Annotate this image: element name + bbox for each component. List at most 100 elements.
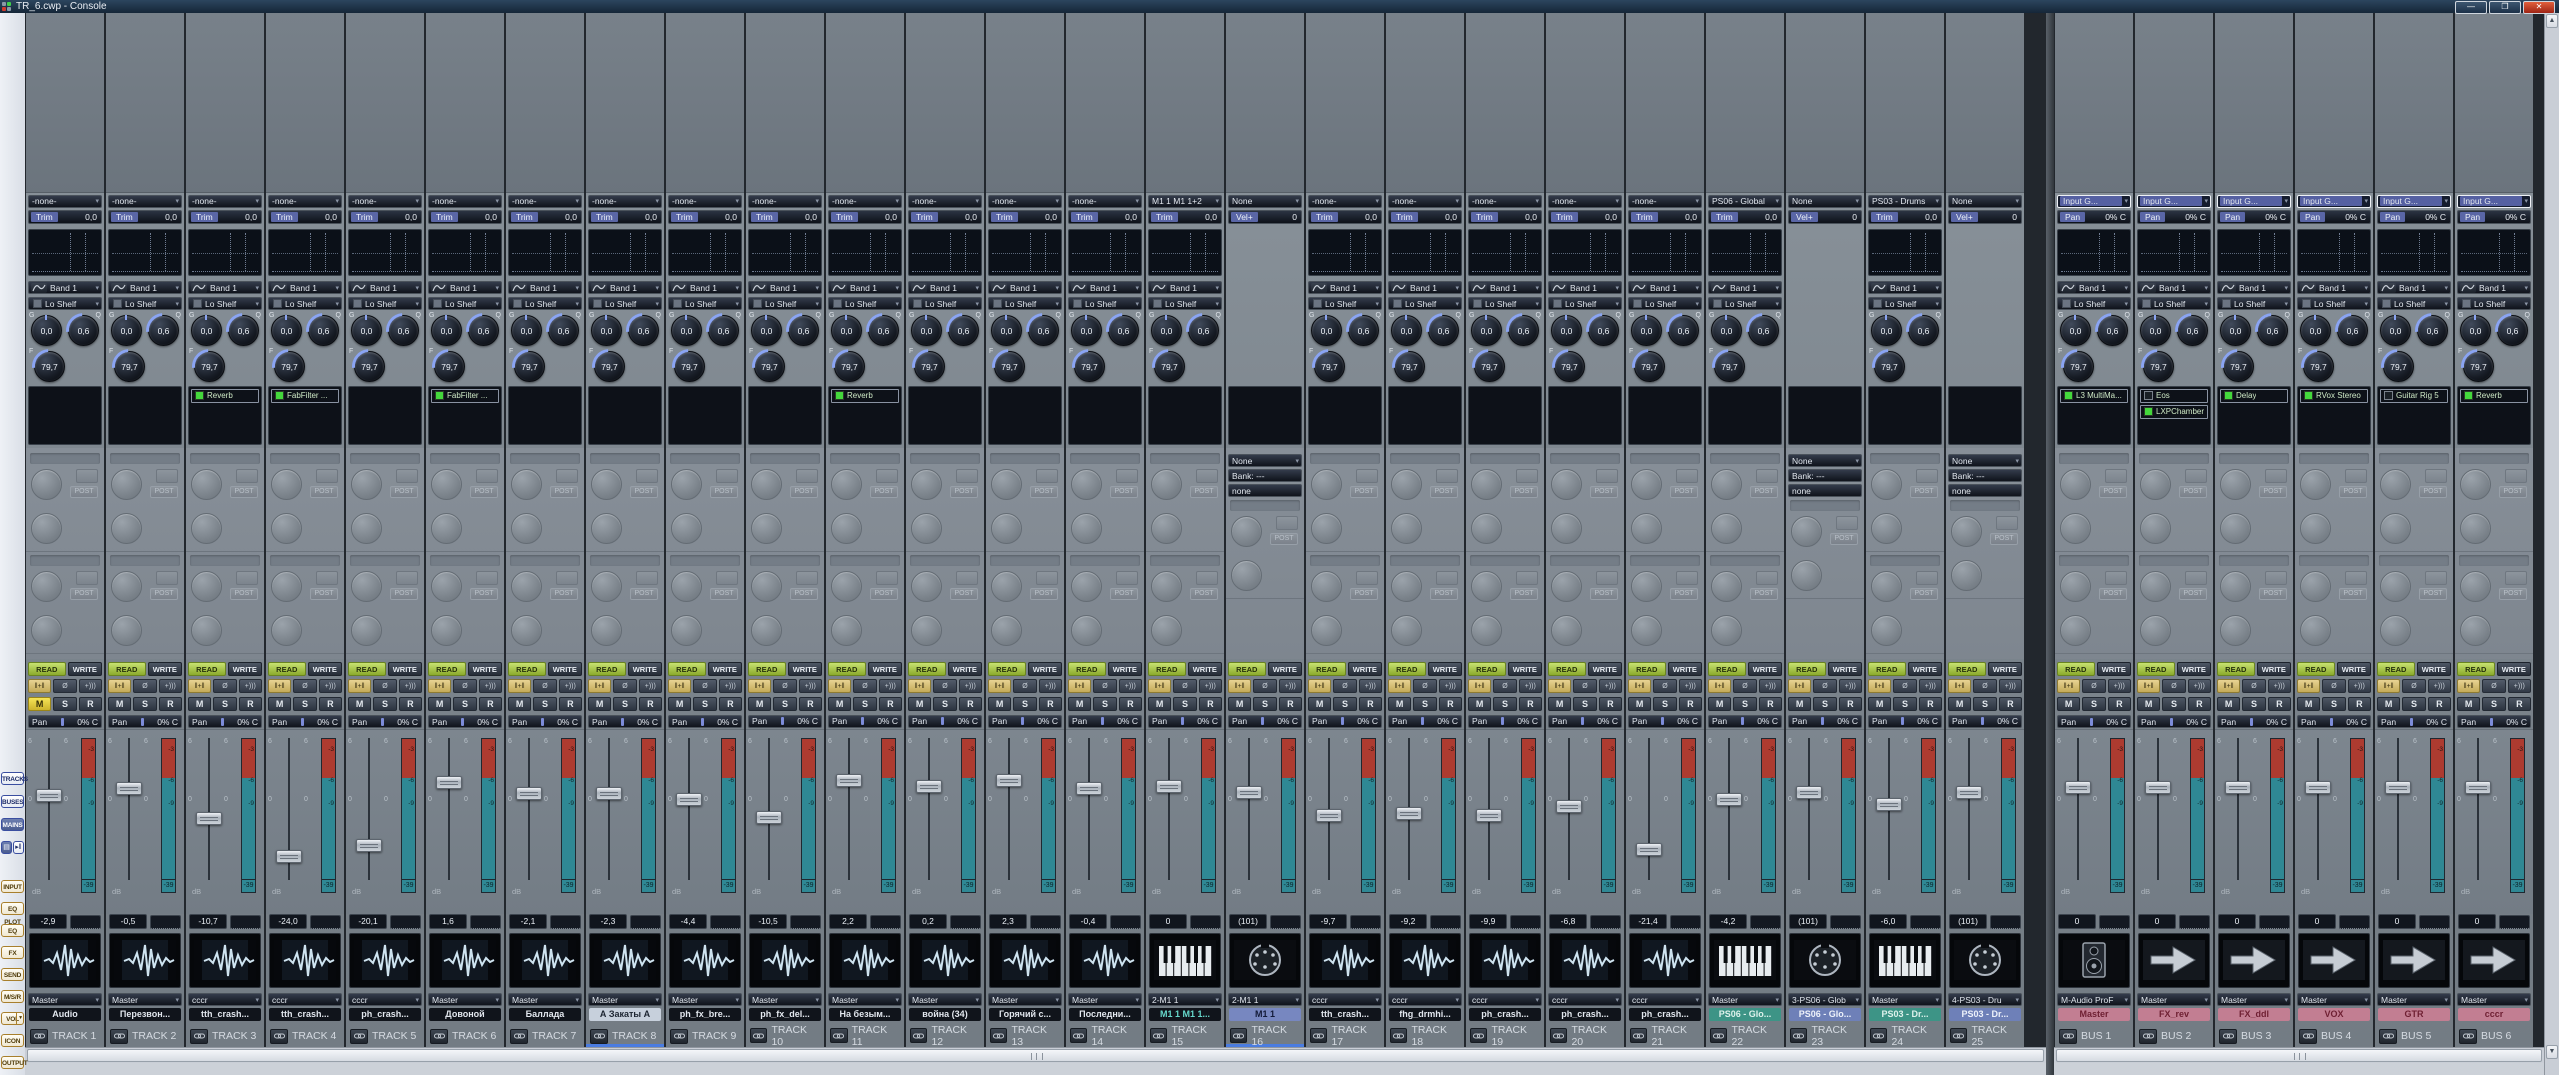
link-icon[interactable] xyxy=(2299,1028,2317,1044)
send-post-button[interactable]: POST xyxy=(1350,588,1378,601)
pane-splitter[interactable] xyxy=(2046,13,2054,1075)
gain-meter-button[interactable]: ‖+‖ xyxy=(908,678,932,693)
scroll-up-icon[interactable]: ▲ xyxy=(2546,14,2558,28)
phase-button[interactable]: Ø xyxy=(1413,678,1437,693)
section-toggle-output[interactable]: OUTPUT xyxy=(1,1056,28,1069)
volume-fader[interactable] xyxy=(2063,737,2091,880)
arm-button[interactable]: R xyxy=(1678,696,1702,711)
send-post-button[interactable]: POST xyxy=(2259,588,2287,601)
gain-row[interactable]: Trim 0,0 xyxy=(828,209,902,224)
send-level-knob[interactable] xyxy=(991,513,1022,545)
send-level-knob[interactable] xyxy=(1791,560,1822,592)
arm-button[interactable]: R xyxy=(2267,697,2291,712)
output-selector[interactable]: Master ▾ xyxy=(508,993,582,1007)
send-destination-bar[interactable] xyxy=(2459,453,2529,465)
gain-row[interactable]: Trim 0,0 xyxy=(1148,209,1222,224)
volume-fader[interactable] xyxy=(1314,737,1342,880)
fx-bin[interactable] xyxy=(588,385,662,446)
send-level-knob[interactable] xyxy=(591,513,622,545)
volume-value[interactable]: (101) xyxy=(1229,914,1267,930)
send-destination-bar[interactable] xyxy=(510,453,580,465)
arm-button[interactable]: R xyxy=(1118,696,1142,711)
fader-handle[interactable] xyxy=(996,773,1022,787)
gain-row[interactable]: Trim 0,0 xyxy=(748,209,822,224)
track-icon[interactable] xyxy=(1869,932,1941,989)
phase-button[interactable]: Ø xyxy=(213,679,237,694)
fader-handle[interactable] xyxy=(836,774,862,788)
eq-gain-knob[interactable]: 0,0 xyxy=(31,315,62,347)
gain-row[interactable]: Pan 0% C xyxy=(2057,209,2131,224)
fader-handle[interactable] xyxy=(356,838,382,852)
automation-write-button[interactable]: WRITE xyxy=(387,662,422,677)
volume-value[interactable]: -2,3 xyxy=(589,914,627,930)
solo-button[interactable]: S xyxy=(53,697,77,712)
gain-row[interactable]: Trim 0,0 xyxy=(1708,209,1782,224)
solo-button[interactable]: S xyxy=(613,697,637,712)
send-pan-knob[interactable] xyxy=(671,571,702,603)
phase-button[interactable]: Ø xyxy=(133,679,157,694)
track-icon[interactable] xyxy=(829,932,901,989)
send-pan-knob[interactable] xyxy=(2380,571,2411,603)
send-level-knob[interactable] xyxy=(2220,615,2251,647)
automation-read-button[interactable]: READ xyxy=(28,662,66,677)
eq-plot[interactable] xyxy=(1628,228,1702,277)
midi-patch-selector[interactable]: none xyxy=(1228,484,1302,498)
fader-handle[interactable] xyxy=(36,788,62,802)
output-selector[interactable]: Master ▾ xyxy=(2297,993,2371,1007)
fx-enable-led[interactable] xyxy=(435,391,444,401)
fx-enable-led[interactable] xyxy=(2064,391,2073,401)
eq-freq-knob[interactable]: 79,7 xyxy=(1544,342,1595,392)
send-level-knob[interactable] xyxy=(1711,513,1742,545)
gain-row[interactable]: Trim 0,0 xyxy=(1468,209,1542,224)
automation-write-button[interactable]: WRITE xyxy=(627,662,662,677)
midi-bank-selector[interactable]: Bank: --- xyxy=(1228,469,1302,483)
track-icon[interactable] xyxy=(2138,932,2210,989)
mute-button[interactable]: M xyxy=(268,697,292,712)
pan-control[interactable]: Pan 0% C xyxy=(1148,714,1222,728)
fader-handle[interactable] xyxy=(2225,780,2251,794)
gain-meter-button[interactable]: ‖+‖ xyxy=(748,678,772,693)
send-post-button[interactable]: POST xyxy=(2499,486,2527,499)
send-level-knob[interactable] xyxy=(111,513,142,545)
eq-q-knob[interactable]: 0,6 xyxy=(58,306,109,356)
eq-q-knob[interactable]: 0,6 xyxy=(2407,306,2458,356)
pan-control[interactable]: Pan 0% C xyxy=(1468,714,1542,728)
solo-button[interactable]: S xyxy=(1813,696,1837,711)
automation-write-button[interactable]: WRITE xyxy=(1347,661,1382,676)
pan-control[interactable]: Pan 0% C xyxy=(268,715,342,728)
send-level-knob[interactable] xyxy=(1951,560,1982,592)
volume-value[interactable]: 2,2 xyxy=(829,914,867,930)
solo-button[interactable]: S xyxy=(2242,697,2266,712)
strip-name[interactable]: FX_rev xyxy=(2138,1008,2210,1022)
output-selector[interactable]: Master ▾ xyxy=(108,993,182,1007)
fx-bin[interactable] xyxy=(1868,385,1942,446)
mute-button[interactable]: M xyxy=(28,697,52,712)
scrollbar-thumb[interactable] xyxy=(2056,1049,2542,1062)
input-selector[interactable]: -none- ▾ xyxy=(28,194,102,208)
pan-control[interactable]: Pan 0% C xyxy=(1068,714,1142,728)
fx-plugin[interactable]: Reverb xyxy=(2460,388,2528,403)
volume-fader[interactable] xyxy=(834,737,862,880)
eq-gain-knob[interactable]: 0,0 xyxy=(1551,315,1582,347)
track-icon[interactable] xyxy=(749,932,821,989)
mute-button[interactable]: M xyxy=(2137,697,2161,712)
gain-meter-button[interactable]: ‖+‖ xyxy=(1308,678,1332,693)
automation-write-button[interactable]: WRITE xyxy=(307,662,342,677)
strip-name[interactable]: tth_crash... xyxy=(189,1008,261,1022)
send-level-knob[interactable] xyxy=(191,615,222,647)
send-level-knob[interactable] xyxy=(831,615,862,647)
send-level-knob[interactable] xyxy=(2060,513,2091,545)
automation-read-button[interactable]: READ xyxy=(348,662,386,677)
fader-handle[interactable] xyxy=(276,850,302,864)
fx-plugin[interactable]: Eos xyxy=(2140,388,2208,403)
output-selector[interactable]: 4-PS03 - Dru ▾ xyxy=(1948,993,2022,1007)
solo-button[interactable]: S xyxy=(133,697,157,712)
input-selector[interactable]: Input G... ▾ xyxy=(2057,194,2131,208)
send-post-button[interactable]: POST xyxy=(550,588,578,601)
eq-freq-knob[interactable]: 79,7 xyxy=(2133,342,2184,392)
send-post-button[interactable]: POST xyxy=(1750,486,1778,499)
interleave-button[interactable]: +))) xyxy=(1678,678,1702,693)
eq-gain-knob[interactable]: 0,0 xyxy=(911,315,942,347)
automation-write-button[interactable]: WRITE xyxy=(547,662,582,677)
midi-patch-selector[interactable]: none xyxy=(1948,484,2022,498)
